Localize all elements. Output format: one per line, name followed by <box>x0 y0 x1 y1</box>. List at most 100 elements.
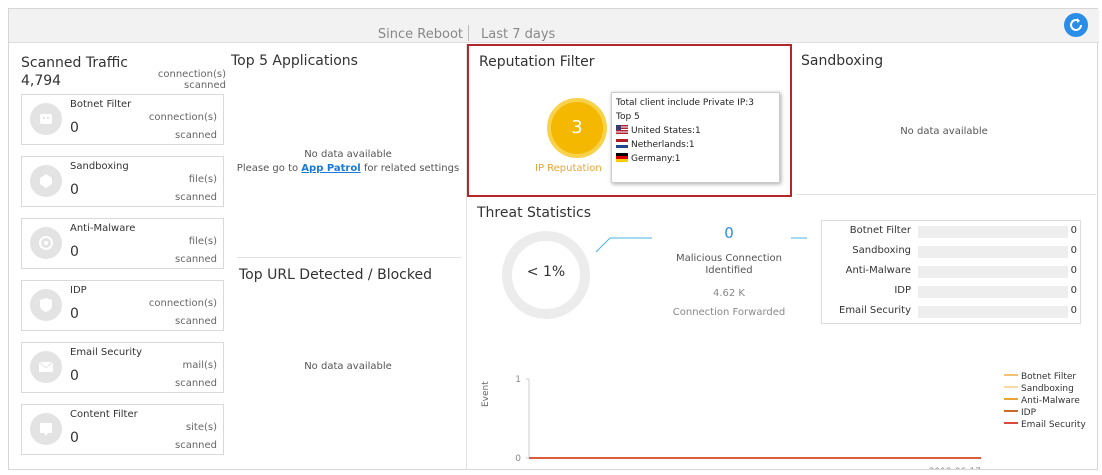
scanned-text: scanned <box>174 254 217 265</box>
connector-line <box>595 237 652 253</box>
tooltip-country: Netherlands:1 <box>616 138 775 152</box>
scan-card-botnet-filter[interactable]: Botnet Filter connection(s) scanned 0 <box>21 94 224 145</box>
scanned-text: scanned <box>174 130 217 141</box>
top-apps-no-data: No data available <box>304 149 392 160</box>
threat-row-value: 0 <box>1070 245 1077 256</box>
malicious-label-2: Identified <box>705 265 753 276</box>
scanned-traffic-total: 4,794 <box>21 73 62 89</box>
threat-percent: < 1% <box>526 264 566 280</box>
unit-text: file(s) <box>188 236 217 247</box>
last-7-days-tab[interactable]: Last 7 days <box>481 27 555 42</box>
top-applications-title: Top 5 Applications <box>231 53 358 69</box>
legend-swatch <box>1004 374 1018 376</box>
shield-icon <box>30 289 62 321</box>
card-name: Anti-Malware <box>70 223 136 234</box>
total-unit: connection(s) <box>157 69 226 80</box>
scanned-text: scanned <box>174 316 217 327</box>
dashboard-frame: Since Reboot Last 7 days Scanned Traffic… <box>8 8 1099 470</box>
divider <box>796 194 1096 195</box>
card-unit: site(s) scanned <box>127 419 217 455</box>
scanned-text: scanned <box>174 378 217 389</box>
scan-card-sandboxing[interactable]: Sandboxing file(s) scanned 0 <box>21 156 224 207</box>
card-name: IDP <box>70 285 87 296</box>
threat-row-label: IDP <box>894 285 911 296</box>
nl-flag-icon <box>616 139 631 150</box>
threat-row-bar <box>918 286 1068 298</box>
top-apps-hint: Please go to App Patrol for related sett… <box>231 163 465 174</box>
refresh-icon <box>1070 18 1082 31</box>
threat-row-bar <box>918 246 1068 258</box>
time-range-bar: Since Reboot Last 7 days <box>9 9 1099 43</box>
card-value: 0 <box>70 244 79 260</box>
hint-suffix: for related settings <box>360 163 460 174</box>
card-value: 0 <box>70 306 79 322</box>
total-scanned-label: scanned <box>183 80 226 91</box>
robot-icon <box>30 103 62 135</box>
threat-row-label: Email Security <box>839 305 911 316</box>
legend-item[interactable]: IDP <box>1004 408 1036 418</box>
event-chart: 1 0 2019-06-17 <box>515 375 981 469</box>
country-label: United States:1 <box>631 126 701 136</box>
legend-swatch <box>1004 422 1018 424</box>
forwarded-label: Connection Forwarded <box>672 307 786 318</box>
connector-line <box>791 237 807 239</box>
since-reboot-tab[interactable]: Since Reboot <box>378 27 463 42</box>
card-unit: connection(s) scanned <box>127 109 217 145</box>
card-name: Sandboxing <box>70 161 129 172</box>
card-unit: file(s) scanned <box>127 171 217 207</box>
y-tick-label: 1 <box>515 375 521 385</box>
scanned-traffic-title: Scanned Traffic <box>21 55 128 71</box>
y-tick-label: 0 <box>515 454 521 464</box>
threat-row-value: 0 <box>1070 225 1077 236</box>
legend-label: IDP <box>1021 408 1037 418</box>
unit-text: file(s) <box>188 174 217 185</box>
threat-row-value: 0 <box>1070 285 1077 296</box>
threat-row-value: 0 <box>1070 265 1077 276</box>
refresh-button[interactable] <box>1064 13 1088 37</box>
legend-swatch <box>1004 398 1018 400</box>
legend-item[interactable]: Sandboxing <box>1004 384 1074 394</box>
tooltip-country: Germany:1 <box>616 152 775 166</box>
card-unit: connection(s) scanned <box>127 295 217 331</box>
scan-card-content-filter[interactable]: Content Filter site(s) scanned 0 <box>21 404 224 455</box>
threat-row-value: 0 <box>1070 305 1077 316</box>
tooltip-total: Total client include Private IP:3 <box>616 98 755 108</box>
unit-text: mail(s) <box>182 360 217 371</box>
legend-item[interactable]: Botnet Filter <box>1004 372 1076 382</box>
card-value: 0 <box>70 368 79 384</box>
legend-label: Sandboxing <box>1021 384 1074 394</box>
card-value: 0 <box>70 430 79 446</box>
scan-card-anti-malware[interactable]: Anti-Malware file(s) scanned 0 <box>21 218 224 269</box>
threat-row-label: Sandboxing <box>852 245 911 256</box>
hint-prefix: Please go to <box>236 163 302 174</box>
sandboxing-title: Sandboxing <box>801 53 884 69</box>
threat-statistics-title: Threat Statistics <box>477 205 592 221</box>
scan-card-email-security[interactable]: Email Security mail(s) scanned 0 <box>21 342 224 393</box>
app-patrol-link[interactable]: App Patrol <box>301 163 360 174</box>
card-name: Botnet Filter <box>70 99 132 110</box>
legend-item[interactable]: Email Security <box>1004 420 1086 430</box>
threat-row-bar <box>918 306 1068 318</box>
country-label: Netherlands:1 <box>631 140 695 150</box>
x-tick-label: 2019-06-17 <box>929 467 981 469</box>
sandbox-icon <box>30 165 62 197</box>
filter-icon <box>30 413 62 445</box>
tab-divider <box>468 25 469 41</box>
ip-reputation-label: IP Reputation <box>535 163 602 174</box>
reputation-tooltip: Total client include Private IP:3 Top 5 … <box>611 92 780 183</box>
ip-reputation-badge[interactable]: 3 <box>547 98 607 158</box>
threat-row: Anti-Malware 0 <box>821 263 1077 281</box>
card-value: 0 <box>70 120 79 136</box>
tooltip-top: Top 5 <box>616 112 640 122</box>
scan-card-idp[interactable]: IDP connection(s) scanned 0 <box>21 280 224 331</box>
threat-row: Email Security 0 <box>821 303 1077 321</box>
legend-item[interactable]: Anti-Malware <box>1004 396 1080 406</box>
reputation-filter-panel: Reputation Filter 3 IP Reputation Total … <box>467 44 792 197</box>
forwarded-count: 4.62 K <box>712 288 745 299</box>
legend-label: Email Security <box>1021 420 1086 430</box>
us-flag-icon <box>616 125 631 136</box>
scanned-text: scanned <box>174 440 217 451</box>
threat-row-label: Anti-Malware <box>845 265 911 276</box>
legend-swatch <box>1004 410 1018 412</box>
threat-row-bar <box>918 266 1068 278</box>
